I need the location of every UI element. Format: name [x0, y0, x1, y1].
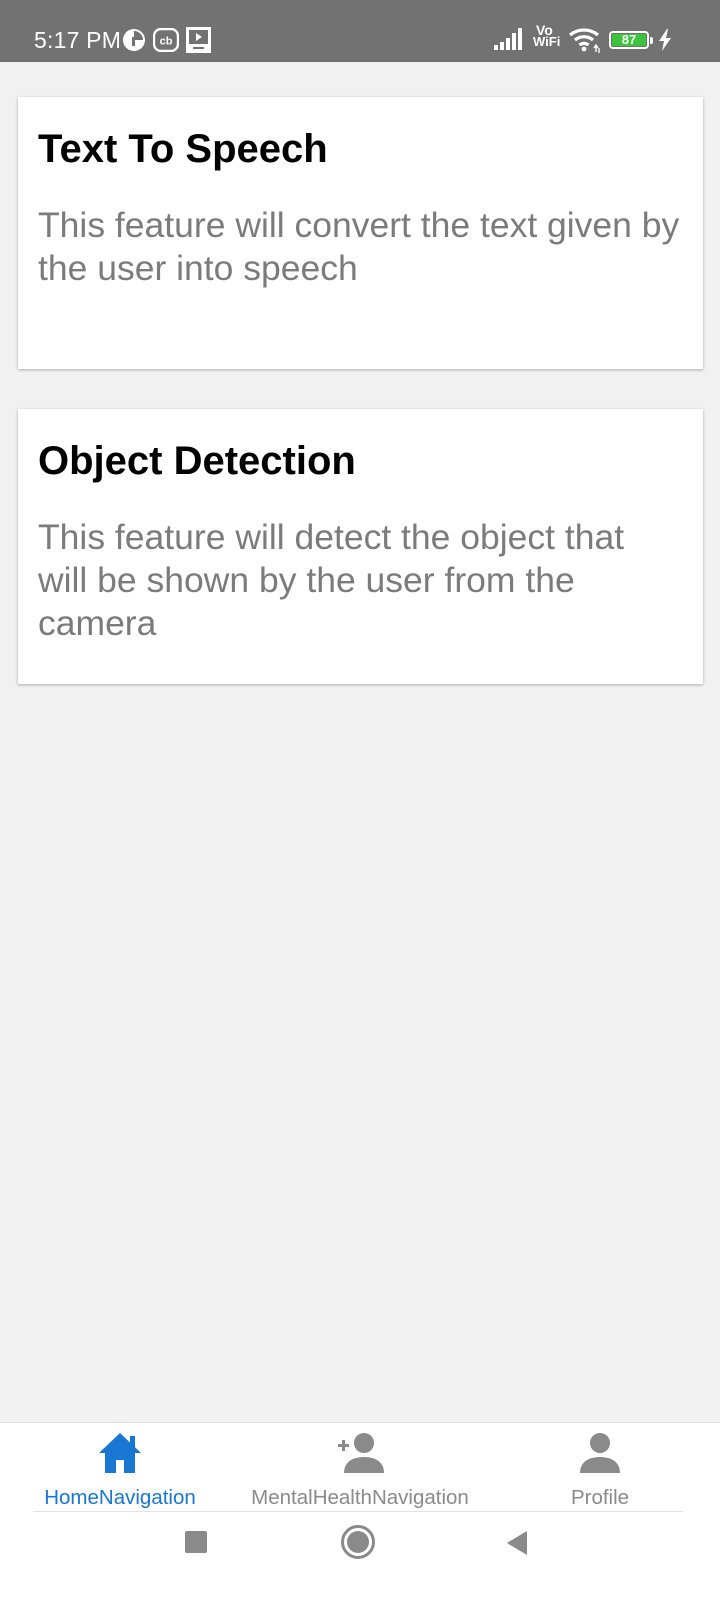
person-icon — [580, 1433, 620, 1473]
status-time: 5:17 PM — [34, 27, 122, 53]
wifi-icon — [568, 28, 600, 53]
add-person-icon — [338, 1433, 384, 1473]
card-title: Text To Speech — [38, 127, 328, 171]
media-icon — [123, 29, 145, 51]
home-icon — [99, 1433, 141, 1473]
vowifi-icon: Vo WiFi — [533, 23, 569, 49]
screen-icon — [186, 27, 211, 53]
system-navigation-bar — [0, 1513, 720, 1600]
charging-icon — [659, 29, 671, 51]
card-title: Object Detection — [38, 439, 356, 483]
cb-badge-text: cb — [160, 36, 173, 48]
status-right-group: Vo WiFi 87 — [480, 0, 720, 62]
feature-card-object-detection[interactable]: Object Detection This feature will detec… — [18, 409, 703, 684]
bottom-navigation: HomeNavigation MentalHealthNavigation Pr… — [0, 1422, 720, 1513]
nav-label-profile: Profile — [570, 1486, 630, 1509]
vowifi-bottom-label: WiFi — [533, 34, 561, 49]
nav-item-mental-health[interactable]: MentalHealthNavigation — [240, 1423, 480, 1511]
card-description: This feature will convert the text given… — [38, 205, 680, 288]
nav-label-home: HomeNavigation — [44, 1486, 196, 1509]
card-description: This feature will detect the object that… — [38, 517, 625, 643]
status-bar: 5:17 PM cb Vo WiFi 87 — [0, 0, 720, 62]
cb-icon: cb — [153, 28, 179, 52]
nav-item-home[interactable]: HomeNavigation — [20, 1423, 220, 1511]
nav-divider — [33, 1511, 683, 1512]
recents-square-icon[interactable] — [184, 1530, 208, 1554]
nav-label-mental-health: MentalHealthNavigation — [251, 1486, 469, 1509]
battery-icon: 87 — [609, 31, 653, 49]
feature-card-text-to-speech[interactable]: Text To Speech This feature will convert… — [18, 97, 703, 369]
nav-item-profile[interactable]: Profile — [500, 1423, 700, 1511]
signal-icon — [494, 28, 522, 50]
back-triangle-icon[interactable] — [505, 1530, 529, 1556]
home-circle-icon[interactable] — [340, 1524, 376, 1560]
battery-level: 87 — [621, 32, 637, 47]
